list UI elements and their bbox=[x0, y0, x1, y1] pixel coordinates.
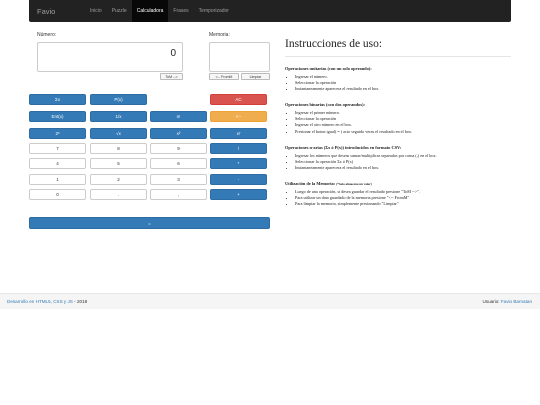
instructions-panel: Instrucciones de uso: Operaciones unitar… bbox=[285, 38, 511, 217]
section-title-text: Utilización de la Memoria: bbox=[285, 180, 336, 186]
list-item: Instantaneamente aparecera el resultado … bbox=[295, 165, 511, 171]
nav-item-puzzle[interactable]: Puzzle bbox=[107, 0, 132, 22]
nav-item-frases[interactable]: Frases bbox=[168, 0, 193, 22]
equals-button[interactable]: = bbox=[29, 217, 270, 229]
nav-item-temporizador[interactable]: Temporizador bbox=[194, 0, 234, 22]
title-divider bbox=[285, 56, 511, 57]
calc-key[interactable]: 1/x bbox=[90, 111, 147, 122]
calc-key[interactable]: Ent(x) bbox=[29, 111, 86, 122]
nav-item-inicio[interactable]: Inicio bbox=[85, 0, 107, 22]
section-title-note: (*Solo almacena un valor) bbox=[336, 181, 372, 186]
calc-key[interactable]: 0 bbox=[29, 189, 86, 200]
calc-key[interactable]: <-- bbox=[210, 111, 267, 122]
calc-key[interactable]: 1 bbox=[29, 174, 86, 185]
tom-button[interactable]: ToM --> bbox=[160, 73, 183, 80]
calc-key[interactable]: √x bbox=[90, 128, 147, 139]
calc-key[interactable]: , bbox=[150, 189, 207, 200]
calc-key[interactable]: 9 bbox=[150, 143, 207, 154]
calc-key[interactable]: 3 bbox=[150, 174, 207, 185]
footer-year: - 2018 bbox=[72, 299, 88, 304]
list-item: Instantaneamente aparecera el resultado … bbox=[295, 86, 511, 92]
memoria-label: Memoria: bbox=[209, 32, 230, 38]
calc-key[interactable]: 5 bbox=[90, 158, 147, 169]
calc-key[interactable]: 2 bbox=[90, 174, 147, 185]
numero-label: Número: bbox=[37, 32, 57, 38]
limpiar-button[interactable]: Limpiar bbox=[241, 73, 270, 80]
footer-credit: Desarrollo en HTML5, CSS y JS - 2018 bbox=[7, 299, 87, 304]
calc-key[interactable]: AC bbox=[210, 94, 267, 105]
section-binarias: Operaciones binarias (con dos operandos)… bbox=[285, 102, 511, 134]
calc-key[interactable]: 2ˣ bbox=[29, 128, 86, 139]
section-title: Operaciones n-arias (Σx ó P(x)) introduc… bbox=[285, 144, 402, 150]
calc-key[interactable]: - bbox=[210, 174, 267, 185]
footer-user-label: Usuario: bbox=[482, 299, 501, 304]
numero-display[interactable]: 0 bbox=[37, 42, 183, 72]
footer: Desarrollo en HTML5, CSS y JS - 2018 Usu… bbox=[0, 293, 540, 309]
list-item: Presionar el boton igual( = ) acto segui… bbox=[295, 129, 511, 135]
list-item: Para limpiar la memoria, simplemente pre… bbox=[295, 201, 511, 207]
top-navbar: Favio Inicio Puzzle Calculadora Frases T… bbox=[29, 0, 511, 22]
calc-key[interactable]: Σx bbox=[29, 94, 86, 105]
calc-key[interactable]: P(x) bbox=[90, 94, 147, 105]
section-title: Operaciones binarias (con dos operandos)… bbox=[285, 102, 366, 108]
section-unitarias: Operaciones unitarias (con un solo opera… bbox=[285, 66, 511, 92]
numero-value: 0 bbox=[170, 48, 176, 59]
section-n-arias: Operaciones n-arias (Σx ó P(x)) introduc… bbox=[285, 145, 511, 171]
instructions-title: Instrucciones de uso: bbox=[285, 38, 383, 50]
calc-key[interactable]: xʸ bbox=[210, 128, 267, 139]
memoria-display[interactable] bbox=[209, 42, 270, 72]
section-title: Utilización de la Memoria: (*Solo almace… bbox=[285, 181, 511, 186]
calc-key[interactable]: . bbox=[90, 189, 147, 200]
calc-key[interactable]: * bbox=[210, 158, 267, 169]
calc-key[interactable]: 6 bbox=[150, 158, 207, 169]
calc-key[interactable]: + bbox=[210, 189, 267, 200]
calc-key[interactable]: 7 bbox=[29, 143, 86, 154]
calc-key[interactable]: x² bbox=[150, 128, 207, 139]
section-memoria: Utilización de la Memoria: (*Solo almace… bbox=[285, 181, 511, 207]
footer-user: Usuario: Favio Barnatan bbox=[482, 299, 532, 304]
calc-key[interactable]: n! bbox=[150, 111, 207, 122]
footer-credit-link[interactable]: Desarrollo en HTML5, CSS y JS bbox=[7, 299, 73, 304]
section-title: Operaciones unitarias (con un solo opera… bbox=[285, 66, 372, 71]
calc-key[interactable]: 8 bbox=[90, 143, 147, 154]
calc-key[interactable]: 4 bbox=[29, 158, 86, 169]
navbar-brand[interactable]: Favio bbox=[29, 7, 85, 16]
calc-key[interactable]: / bbox=[210, 143, 267, 154]
footer-user-link[interactable]: Favio Barnatan bbox=[501, 299, 532, 304]
nav-item-calculadora[interactable]: Calculadora bbox=[131, 0, 169, 22]
fromm-button[interactable]: <-- FromM bbox=[209, 73, 239, 80]
